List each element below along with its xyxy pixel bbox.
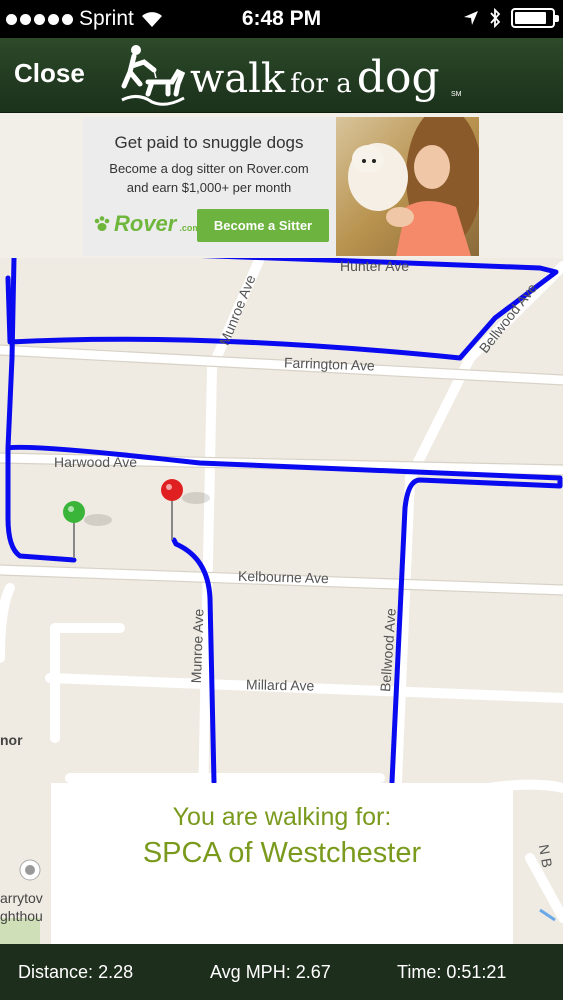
logo-text: walk for a dog <box>190 52 440 103</box>
become-a-sitter-button[interactable]: Become a Sitter <box>197 209 329 242</box>
ad-subline-2: and earn $1,000+ per month <box>126 180 292 195</box>
logo-word-dog: dog <box>356 52 440 103</box>
street-label-munroe-bottom: Munroe Ave <box>187 608 207 684</box>
location-arrow-icon <box>464 11 478 25</box>
poi-label-tarrytown-2: ghthou <box>0 908 43 924</box>
rover-logo: Rover .com <box>93 211 200 237</box>
ad-subtext: Become a dog sitter on Rover.com and ear… <box>83 159 335 197</box>
time-stat: Time: 0:51:21 <box>397 962 506 983</box>
poi-label-tarrytown-1: arrytov <box>0 890 43 906</box>
charity-name: SPCA of Westchester <box>142 837 422 869</box>
map-water-line <box>539 908 556 922</box>
stats-bar: Distance: 2.28 Avg MPH: 2.67 Time: 0:51:… <box>0 944 563 1000</box>
end-pin <box>161 479 210 540</box>
logo-word-walk: walk <box>190 56 286 102</box>
distance-stat: Distance: 2.28 <box>18 962 133 983</box>
battery-fill <box>515 12 546 24</box>
start-pin <box>63 501 112 558</box>
walk-for-a-dog-logo: walk for a dog SM <box>118 42 468 108</box>
bluetooth-icon <box>490 8 501 28</box>
walking-for-card: You are walking for: SPCA of Westchester <box>51 783 513 944</box>
rover-ad-banner[interactable]: Get paid to snuggle dogs Become a dog si… <box>83 117 479 256</box>
paw-icon <box>94 216 110 231</box>
time-value: 0:51:21 <box>446 962 507 982</box>
status-right <box>463 8 559 28</box>
avg-mph-value: 2.67 <box>295 962 331 982</box>
avg-mph-label: Avg MPH: <box>210 962 291 982</box>
logo-service-mark: SM <box>451 91 462 98</box>
ad-subline-1: Become a dog sitter on Rover.com <box>109 161 309 176</box>
time-label: Time: <box>397 962 442 982</box>
battery-icon <box>511 8 559 28</box>
street-label-harwood: Harwood Ave <box>54 454 138 470</box>
logo-word-for-a: for a <box>290 69 352 99</box>
distance-label: Distance: <box>18 962 94 982</box>
avg-mph-stat: Avg MPH: 2.67 <box>210 962 331 983</box>
ad-photo-woman-with-dog <box>336 117 479 256</box>
poi-label-nor: nor <box>0 732 23 748</box>
app-header: Close walk for a dog SM <box>0 38 563 113</box>
street-label-kelbourne: Kelbourne Ave <box>237 567 330 587</box>
walker-dog-logo-icon <box>121 45 186 106</box>
street-label-hunter: Hunter Ave <box>340 258 410 274</box>
status-bar: Sprint 6:48 PM <box>0 0 563 38</box>
close-button[interactable]: Close <box>14 58 85 89</box>
ad-headline: Get paid to snuggle dogs <box>114 133 304 152</box>
distance-value: 2.28 <box>98 962 134 982</box>
walking-for-label: You are walking for: <box>172 803 392 831</box>
rover-brand: Rover <box>114 211 177 236</box>
street-label-farrington: Farrington Ave <box>283 354 376 374</box>
poi-marker-icon <box>19 859 41 881</box>
street-label-millard: Millard Ave <box>245 676 315 694</box>
